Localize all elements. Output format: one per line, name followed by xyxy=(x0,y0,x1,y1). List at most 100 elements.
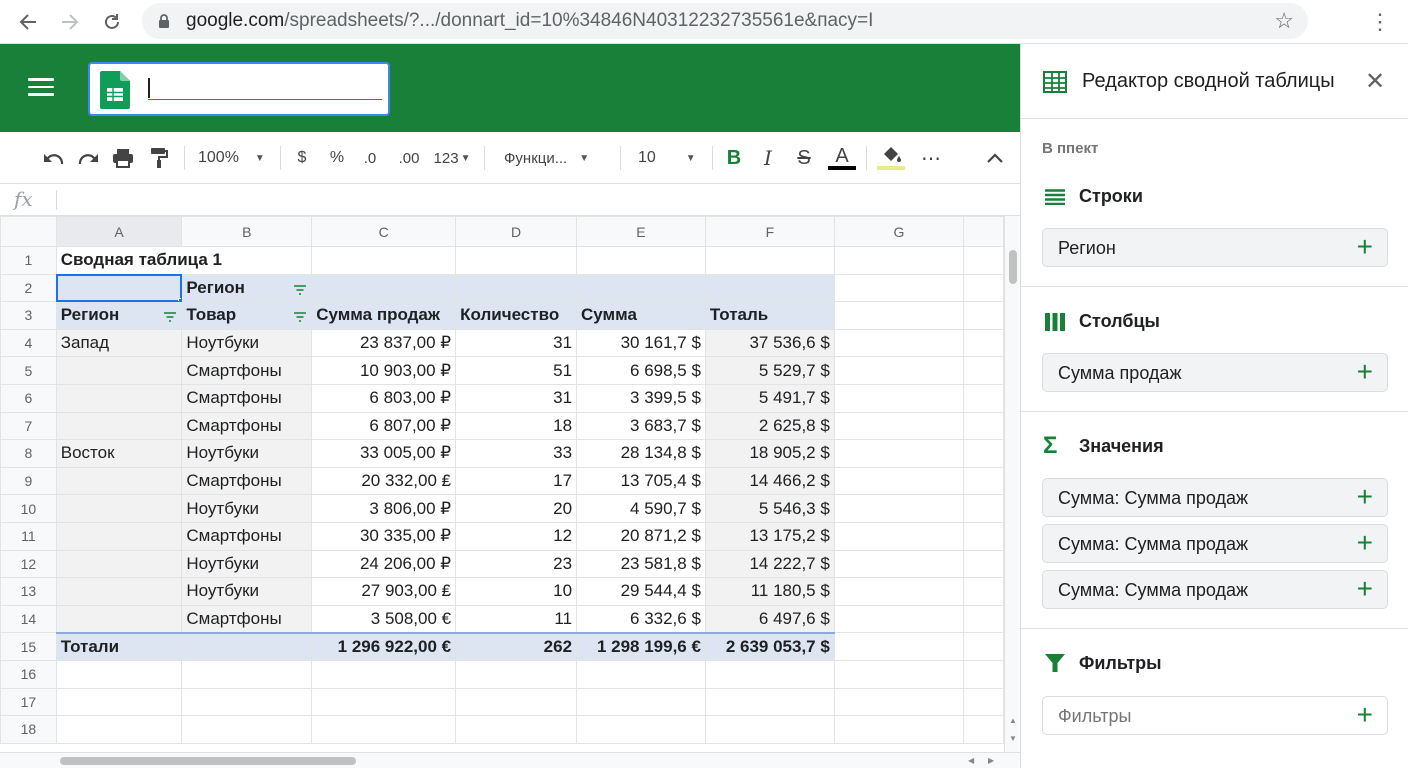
row-header[interactable]: 11 xyxy=(0,521,57,551)
region-cell[interactable]: Запад xyxy=(55,328,183,358)
cell[interactable] xyxy=(833,466,965,496)
column-header[interactable]: B xyxy=(181,216,313,247)
pivot-header-cell[interactable]: Количество xyxy=(455,301,578,330)
cell[interactable] xyxy=(704,273,835,303)
filter-icon[interactable] xyxy=(293,312,307,323)
column-header[interactable]: E xyxy=(576,216,706,247)
cell[interactable] xyxy=(963,604,1004,634)
strikethrough-button[interactable]: S xyxy=(794,145,814,171)
cell[interactable] xyxy=(704,659,835,689)
cell[interactable] xyxy=(833,604,965,634)
cell[interactable] xyxy=(55,659,183,689)
scroll-left-arrow[interactable]: ◀ xyxy=(968,756,974,765)
cell[interactable] xyxy=(576,659,706,689)
cell[interactable] xyxy=(311,715,457,744)
plus-icon[interactable]: + xyxy=(1357,699,1373,731)
cell[interactable] xyxy=(833,411,965,441)
more-options-button[interactable]: ⋯ xyxy=(918,145,944,171)
scroll-down-arrow[interactable]: ▼ xyxy=(1009,734,1017,743)
sum-cell[interactable]: 6 698,5 $ xyxy=(576,356,706,385)
sum-cell[interactable]: 3 683,7 $ xyxy=(576,411,706,441)
pivot-header-cell[interactable]: Товар xyxy=(181,301,313,330)
product-cell[interactable]: Ноутбуки xyxy=(181,577,313,606)
row-header[interactable]: 18 xyxy=(0,715,57,744)
values-field-chip[interactable]: Сумма: Сумма продаж + xyxy=(1042,478,1388,517)
italic-button[interactable]: I xyxy=(758,145,778,171)
product-cell[interactable]: Смартфоны xyxy=(181,604,313,634)
cell[interactable] xyxy=(963,659,1004,689)
sum-cell[interactable]: 13 705,4 $ xyxy=(576,466,706,496)
star-icon[interactable]: ☆ xyxy=(1274,8,1294,34)
totals-label-cell[interactable]: Тотали xyxy=(55,631,183,661)
totals-quantity-cell[interactable]: 262 xyxy=(455,631,578,661)
column-header[interactable]: C xyxy=(311,216,457,247)
quantity-cell[interactable]: 11 xyxy=(455,604,578,634)
plus-icon[interactable]: + xyxy=(1357,231,1373,263)
cell[interactable] xyxy=(455,687,578,717)
cell[interactable] xyxy=(181,715,313,744)
scroll-up-arrow[interactable]: ▲ xyxy=(1009,716,1017,725)
back-arrow-icon[interactable] xyxy=(14,8,42,36)
sales-cell[interactable]: 10 903,00 ₽ xyxy=(311,356,457,385)
decrease-decimal-button[interactable]: .0 xyxy=(358,145,382,171)
row-header[interactable]: 14 xyxy=(0,604,57,634)
vertical-scrollbar[interactable]: ▲ ▼ xyxy=(1004,216,1020,752)
row-header[interactable]: 10 xyxy=(0,494,57,523)
cell[interactable] xyxy=(833,246,965,275)
row-header[interactable]: 7 xyxy=(0,411,57,441)
paint-format-icon[interactable] xyxy=(146,145,172,171)
region-cell[interactable] xyxy=(55,521,183,551)
quantity-cell[interactable]: 20 xyxy=(455,494,578,523)
cell[interactable] xyxy=(833,301,965,330)
totals-total-cell[interactable]: 2 639 053,7 $ xyxy=(704,631,835,661)
product-cell[interactable]: Смартфоны xyxy=(181,521,313,551)
sales-cell[interactable]: 20 332,00 ₤ xyxy=(311,466,457,496)
row-header[interactable]: 13 xyxy=(0,577,57,606)
sum-cell[interactable]: 4 590,7 $ xyxy=(576,494,706,523)
totals-sum-cell[interactable]: 1 298 199,6 € xyxy=(576,631,706,661)
cell[interactable] xyxy=(963,521,1004,551)
filter-icon[interactable] xyxy=(293,285,307,295)
quantity-cell[interactable]: 18 xyxy=(455,411,578,441)
quantity-cell[interactable]: 51 xyxy=(455,356,578,385)
total-cell[interactable]: 14 222,7 $ xyxy=(704,549,835,579)
sales-cell[interactable]: 27 903,00 ₤ xyxy=(311,577,457,606)
cell[interactable] xyxy=(963,549,1004,579)
cell[interactable] xyxy=(576,715,706,744)
cell[interactable] xyxy=(833,328,965,358)
cell[interactable] xyxy=(455,246,578,275)
cell[interactable] xyxy=(181,659,313,689)
zoom-select[interactable]: 100% ▼ xyxy=(198,145,270,171)
total-cell[interactable]: 5 546,3 $ xyxy=(704,494,835,523)
cell[interactable] xyxy=(963,383,1004,413)
cell[interactable] xyxy=(963,439,1004,468)
column-header[interactable] xyxy=(963,216,1004,247)
cell[interactable] xyxy=(55,715,183,744)
cell[interactable] xyxy=(963,301,1004,330)
sales-cell[interactable]: 24 206,00 ₽ xyxy=(311,549,457,579)
cell[interactable] xyxy=(833,273,965,303)
row-header[interactable]: 4 xyxy=(0,328,57,358)
total-cell[interactable]: 13 175,2 $ xyxy=(704,521,835,551)
row-header[interactable]: 2 xyxy=(0,273,57,303)
row-header[interactable]: 12 xyxy=(0,549,57,579)
reload-icon[interactable] xyxy=(98,8,126,36)
product-cell[interactable]: Ноутбуки xyxy=(181,439,313,468)
region-cell[interactable]: Восток xyxy=(55,439,183,468)
cell[interactable] xyxy=(963,411,1004,441)
quantity-cell[interactable]: 10 xyxy=(455,577,578,606)
product-cell[interactable]: Смартфоны xyxy=(181,411,313,441)
font-size-select[interactable]: 10 ▼ xyxy=(638,145,702,171)
total-cell[interactable]: 37 536,6 $ xyxy=(704,328,835,358)
row-header[interactable]: 5 xyxy=(0,356,57,385)
cell[interactable] xyxy=(833,577,965,606)
cell[interactable] xyxy=(963,273,1004,303)
filter-icon[interactable] xyxy=(163,312,177,323)
cell[interactable] xyxy=(833,632,965,661)
product-cell[interactable]: Ноутбуки xyxy=(181,494,313,523)
cell[interactable] xyxy=(704,246,835,275)
cell[interactable] xyxy=(963,466,1004,496)
total-cell[interactable]: 5 529,7 $ xyxy=(704,356,835,385)
cell[interactable] xyxy=(704,687,835,717)
cell[interactable] xyxy=(963,356,1004,385)
